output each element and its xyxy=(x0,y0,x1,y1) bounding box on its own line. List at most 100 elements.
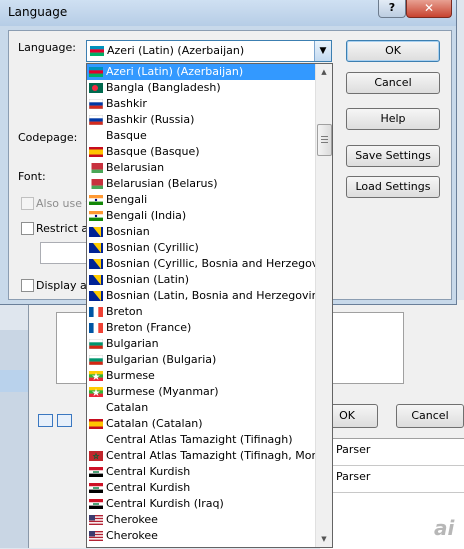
ok-button[interactable]: OK xyxy=(346,40,440,62)
iraq-flag-icon xyxy=(89,467,103,477)
language-option[interactable]: Breton (France) xyxy=(87,320,315,336)
language-option[interactable]: Belarusian xyxy=(87,160,315,176)
list-item[interactable]: Parser xyxy=(320,439,464,466)
language-option-label: Central Atlas Tamazight (Tifinagh) xyxy=(106,433,293,446)
language-option[interactable]: Belarusian (Belarus) xyxy=(87,176,315,192)
dropdown-scrollbar[interactable]: ▲ ▼ xyxy=(315,64,332,547)
language-option[interactable]: Basque xyxy=(87,128,315,144)
language-option[interactable]: Central Atlas Tamazight (Tifinagh, Moroc… xyxy=(87,448,332,464)
language-option[interactable]: Bangla (Bangladesh) xyxy=(87,80,315,96)
language-combobox[interactable]: Azeri (Latin) (Azerbaijan) ▼ xyxy=(86,40,332,62)
usa-flag-icon xyxy=(89,531,103,541)
bosnia-flag-icon xyxy=(89,275,103,285)
language-option-label: Burmese xyxy=(106,369,155,382)
language-option-label: Central Kurdish xyxy=(106,465,191,478)
language-option-label: Belarusian xyxy=(106,161,165,174)
spain-flag-icon xyxy=(89,419,103,429)
language-option-label: Central Atlas Tamazight (Tifinagh, Moroc… xyxy=(106,449,333,462)
save-settings-button[interactable]: Save Settings xyxy=(346,145,440,167)
font-label: Font: xyxy=(18,170,46,183)
language-option[interactable]: Bashkir (Russia) xyxy=(87,112,315,128)
morocco-flag-icon xyxy=(89,451,103,461)
language-option[interactable]: Bengali (India) xyxy=(87,208,315,224)
language-option-label: Azeri (Latin) (Azerbaijan) xyxy=(106,65,244,78)
help-button[interactable]: Help xyxy=(346,108,440,130)
language-option-label: Central Kurdish xyxy=(106,481,191,494)
language-option-label: Catalan xyxy=(106,401,149,414)
language-option[interactable]: Central Kurdish xyxy=(87,464,315,480)
scrollbar-thumb[interactable] xyxy=(317,124,332,156)
scroll-up-icon[interactable]: ▲ xyxy=(316,64,332,80)
language-option[interactable]: Azeri (Latin) (Azerbaijan) xyxy=(87,64,315,80)
language-option[interactable]: Catalan (Catalan) xyxy=(87,416,315,432)
bosnia-flag-icon xyxy=(89,243,103,253)
bosnia-flag-icon xyxy=(89,291,103,301)
load-settings-button[interactable]: Load Settings xyxy=(346,176,440,198)
help-titlebar-button[interactable]: ? xyxy=(378,0,406,18)
list-view-icon[interactable] xyxy=(57,414,72,427)
language-option-label: Basque xyxy=(106,129,147,142)
codepage-label: Codepage: xyxy=(18,131,78,144)
language-option-label: Bengali (India) xyxy=(106,209,187,222)
bulgaria-flag-icon xyxy=(89,355,103,365)
language-option[interactable]: Central Atlas Tamazight (Tifinagh) xyxy=(87,432,315,448)
scroll-down-icon[interactable]: ▼ xyxy=(316,531,332,547)
russia-flag-icon xyxy=(89,115,103,125)
language-option-label: Bengali xyxy=(106,193,148,206)
language-option-label: Bosnian xyxy=(106,225,150,238)
restrict-input[interactable] xyxy=(40,242,88,264)
display-checkbox[interactable] xyxy=(21,279,34,292)
iraq-flag-icon xyxy=(89,499,103,509)
bangladesh-flag-icon xyxy=(89,83,103,93)
belarus-flag-icon xyxy=(89,163,103,173)
dropdown-items: Azeri (Latin) (Azerbaijan) Bangla (Bangla… xyxy=(87,64,332,544)
language-option[interactable]: Central Kurdish xyxy=(87,480,315,496)
azerbaijan-flag-icon xyxy=(90,46,104,56)
language-option[interactable]: Bashkir xyxy=(87,96,315,112)
language-option[interactable]: Basque (Basque) xyxy=(87,144,315,160)
language-option-label: Basque (Basque) xyxy=(106,145,200,158)
language-option[interactable]: Central Kurdish (Iraq) xyxy=(87,496,315,512)
language-option[interactable]: Cherokee xyxy=(87,528,315,544)
language-label: Language: xyxy=(18,41,76,54)
language-option[interactable]: Bulgarian (Bulgaria) xyxy=(87,352,315,368)
language-dropdown-list[interactable]: Azeri (Latin) (Azerbaijan) Bangla (Bangla… xyxy=(86,63,333,548)
language-option[interactable]: Catalan xyxy=(87,400,315,416)
india-flag-icon xyxy=(89,211,103,221)
language-option[interactable]: Bosnian (Cyrillic, Bosnia and Herzegovin… xyxy=(87,256,332,272)
language-option[interactable]: Cherokee xyxy=(87,512,315,528)
usa-flag-icon xyxy=(89,515,103,525)
azerbaijan-flag-icon xyxy=(89,67,103,77)
restrict-checkbox[interactable] xyxy=(21,222,34,235)
cancel-button[interactable]: Cancel xyxy=(346,72,440,94)
background-sidebar xyxy=(0,330,30,548)
language-option-label: Breton (France) xyxy=(106,321,192,334)
language-option[interactable]: Bosnian (Latin) xyxy=(87,272,315,288)
details-view-icon[interactable] xyxy=(38,414,53,427)
language-option[interactable]: Bosnian xyxy=(87,224,315,240)
background-cancel-button[interactable]: Cancel xyxy=(396,404,464,428)
language-option[interactable]: Bosnian (Cyrillic) xyxy=(87,240,315,256)
language-option-label: Belarusian (Belarus) xyxy=(106,177,218,190)
language-option-label: Bosnian (Latin) xyxy=(106,273,190,286)
language-option[interactable]: Burmese (Myanmar) xyxy=(87,384,315,400)
display-label: Display ac xyxy=(36,279,93,292)
language-option[interactable]: Bosnian (Latin, Bosnia and Herzegovina) xyxy=(87,288,330,304)
language-option[interactable]: Bengali xyxy=(87,192,315,208)
language-option-label: Central Kurdish (Iraq) xyxy=(106,497,224,510)
language-option[interactable]: Bulgarian xyxy=(87,336,315,352)
france-flag-icon xyxy=(89,323,103,333)
language-option[interactable]: Breton xyxy=(87,304,315,320)
also-use-checkbox[interactable] xyxy=(21,197,34,210)
india-flag-icon xyxy=(89,195,103,205)
language-option-label: Breton xyxy=(106,305,143,318)
close-button[interactable]: ✕ xyxy=(406,0,452,18)
list-item[interactable]: Parser xyxy=(320,466,464,493)
language-option[interactable]: Burmese xyxy=(87,368,315,384)
chevron-down-icon[interactable]: ▼ xyxy=(314,41,331,61)
language-option-label: Bosnian (Cyrillic, Bosnia and Herzegovin… xyxy=(106,257,333,270)
title-bar: Language ? ✕ xyxy=(0,0,456,26)
view-toggle-icons[interactable] xyxy=(38,414,78,430)
language-option-label: Bulgarian xyxy=(106,337,159,350)
background-sidebar-highlight xyxy=(0,370,30,392)
